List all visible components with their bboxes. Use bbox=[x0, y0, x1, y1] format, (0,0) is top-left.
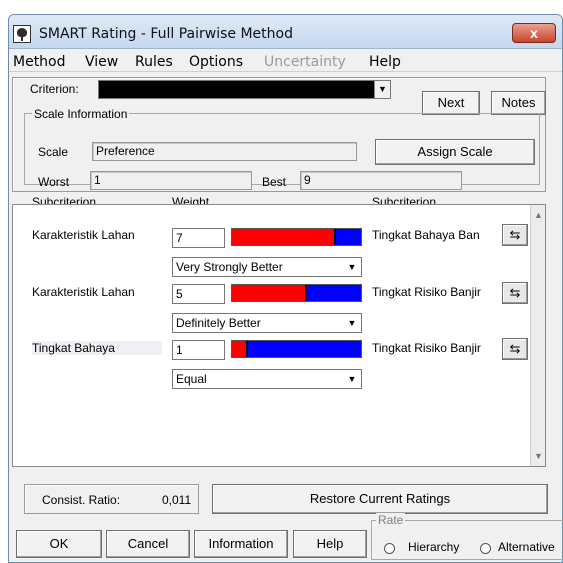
chevron-down-icon[interactable]: ▼ bbox=[345, 260, 359, 274]
alternative-label[interactable]: Alternative bbox=[498, 540, 563, 554]
hierarchy-radio[interactable] bbox=[384, 543, 395, 554]
menu-view[interactable]: View bbox=[85, 54, 118, 70]
row2-verbal-value: Definitely Better bbox=[176, 316, 261, 330]
criterion-dropdown[interactable]: ▼ bbox=[98, 80, 391, 99]
row1-weight-input[interactable]: 7 bbox=[172, 228, 225, 248]
information-label: Information bbox=[208, 536, 274, 551]
title-bar: SMART Rating - Full Pairwise Method x bbox=[9, 15, 562, 49]
row2-right-subcriterion: Tingkat Risiko Banjir bbox=[372, 285, 481, 299]
row2-bar-red-fill bbox=[232, 285, 306, 301]
menu-method[interactable]: Method bbox=[13, 54, 66, 70]
row1-verbal-value: Very Strongly Better bbox=[176, 260, 283, 274]
notes-label: Notes bbox=[501, 95, 536, 110]
row3-bar-red-fill bbox=[232, 341, 247, 357]
swap-arrows-icon[interactable]: ⇆ bbox=[502, 282, 528, 304]
scale-field: Preference bbox=[92, 142, 357, 161]
row2-weight-input[interactable]: 5 bbox=[172, 284, 225, 304]
notes-button[interactable]: Notes bbox=[491, 91, 546, 115]
menu-options[interactable]: Options bbox=[189, 54, 243, 70]
worst-label: Worst bbox=[38, 175, 70, 189]
row3-weight-input[interactable]: 1 bbox=[172, 340, 225, 360]
scroll-up-icon[interactable]: ▲ bbox=[531, 207, 546, 223]
consistency-label: Consist. Ratio: bbox=[42, 493, 121, 507]
cancel-button[interactable]: Cancel bbox=[106, 530, 190, 558]
criterion-label: Criterion: bbox=[30, 82, 79, 96]
menu-help[interactable]: Help bbox=[369, 54, 401, 70]
row3-left-subcriterion: Tingkat Bahaya bbox=[32, 341, 162, 355]
restore-ratings-label: Restore Current Ratings bbox=[309, 491, 451, 506]
ok-button[interactable]: OK bbox=[16, 530, 102, 558]
row1-bar-red-fill bbox=[232, 229, 335, 245]
row2-verbal-select[interactable]: Definitely Better ▼ bbox=[172, 313, 362, 333]
best-field: 9 bbox=[300, 171, 462, 190]
help-button[interactable]: Help bbox=[293, 530, 367, 558]
row3-verbal-select[interactable]: Equal ▼ bbox=[172, 369, 362, 389]
chevron-down-icon[interactable]: ▼ bbox=[374, 81, 390, 98]
information-button[interactable]: Information bbox=[194, 530, 288, 558]
grid-scrollbar[interactable]: ▲ ▼ bbox=[530, 205, 545, 466]
scale-information-title: Scale Information bbox=[32, 107, 130, 121]
swap-arrows-icon[interactable]: ⇆ bbox=[502, 338, 528, 360]
close-button[interactable]: x bbox=[512, 23, 556, 43]
assign-scale-label: Assign Scale bbox=[417, 144, 493, 159]
scroll-down-icon[interactable]: ▼ bbox=[531, 448, 546, 464]
assign-scale-button[interactable]: Assign Scale bbox=[375, 139, 535, 165]
swap-arrows-icon[interactable]: ⇆ bbox=[502, 224, 528, 246]
next-label: Next bbox=[437, 95, 465, 110]
row3-bar-marker[interactable] bbox=[246, 341, 248, 357]
menu-bar: Method View Rules Options Uncertainty He… bbox=[9, 50, 562, 72]
window-title: SMART Rating - Full Pairwise Method bbox=[39, 26, 293, 42]
chevron-down-icon[interactable]: ▼ bbox=[345, 372, 359, 386]
row2-bar-marker[interactable] bbox=[305, 285, 307, 301]
tree-app-icon bbox=[13, 25, 31, 43]
row1-weight-bar[interactable] bbox=[231, 228, 362, 246]
row3-verbal-value: Equal bbox=[176, 372, 207, 386]
row3-right-subcriterion: Tingkat Risiko Banjir bbox=[372, 341, 481, 355]
menu-rules[interactable]: Rules bbox=[135, 54, 173, 70]
alternative-radio[interactable] bbox=[480, 543, 491, 554]
consistency-value: 0,011 bbox=[162, 493, 192, 507]
row1-left-subcriterion: Karakteristik Lahan bbox=[32, 228, 135, 242]
worst-field: 1 bbox=[90, 171, 252, 190]
row2-left-subcriterion: Karakteristik Lahan bbox=[32, 285, 135, 299]
best-label: Best bbox=[262, 175, 287, 189]
next-button[interactable]: Next bbox=[422, 91, 480, 115]
row2-weight-bar[interactable] bbox=[231, 284, 362, 302]
cancel-label: Cancel bbox=[127, 536, 169, 551]
row3-weight-bar[interactable] bbox=[231, 340, 362, 358]
row1-verbal-select[interactable]: Very Strongly Better ▼ bbox=[172, 257, 362, 277]
scale-label: Scale bbox=[38, 145, 69, 159]
hierarchy-label[interactable]: Hierarchy bbox=[408, 540, 459, 554]
ok-label: OK bbox=[49, 536, 69, 551]
rate-title: Rate bbox=[376, 513, 406, 527]
help-label: Help bbox=[316, 536, 344, 551]
chevron-down-icon[interactable]: ▼ bbox=[345, 316, 359, 330]
restore-ratings-button[interactable]: Restore Current Ratings bbox=[212, 484, 548, 514]
row1-right-subcriterion: Tingkat Bahaya Ban bbox=[372, 228, 480, 242]
menu-uncertainty: Uncertainty bbox=[264, 54, 346, 70]
row1-bar-marker[interactable] bbox=[334, 229, 336, 245]
